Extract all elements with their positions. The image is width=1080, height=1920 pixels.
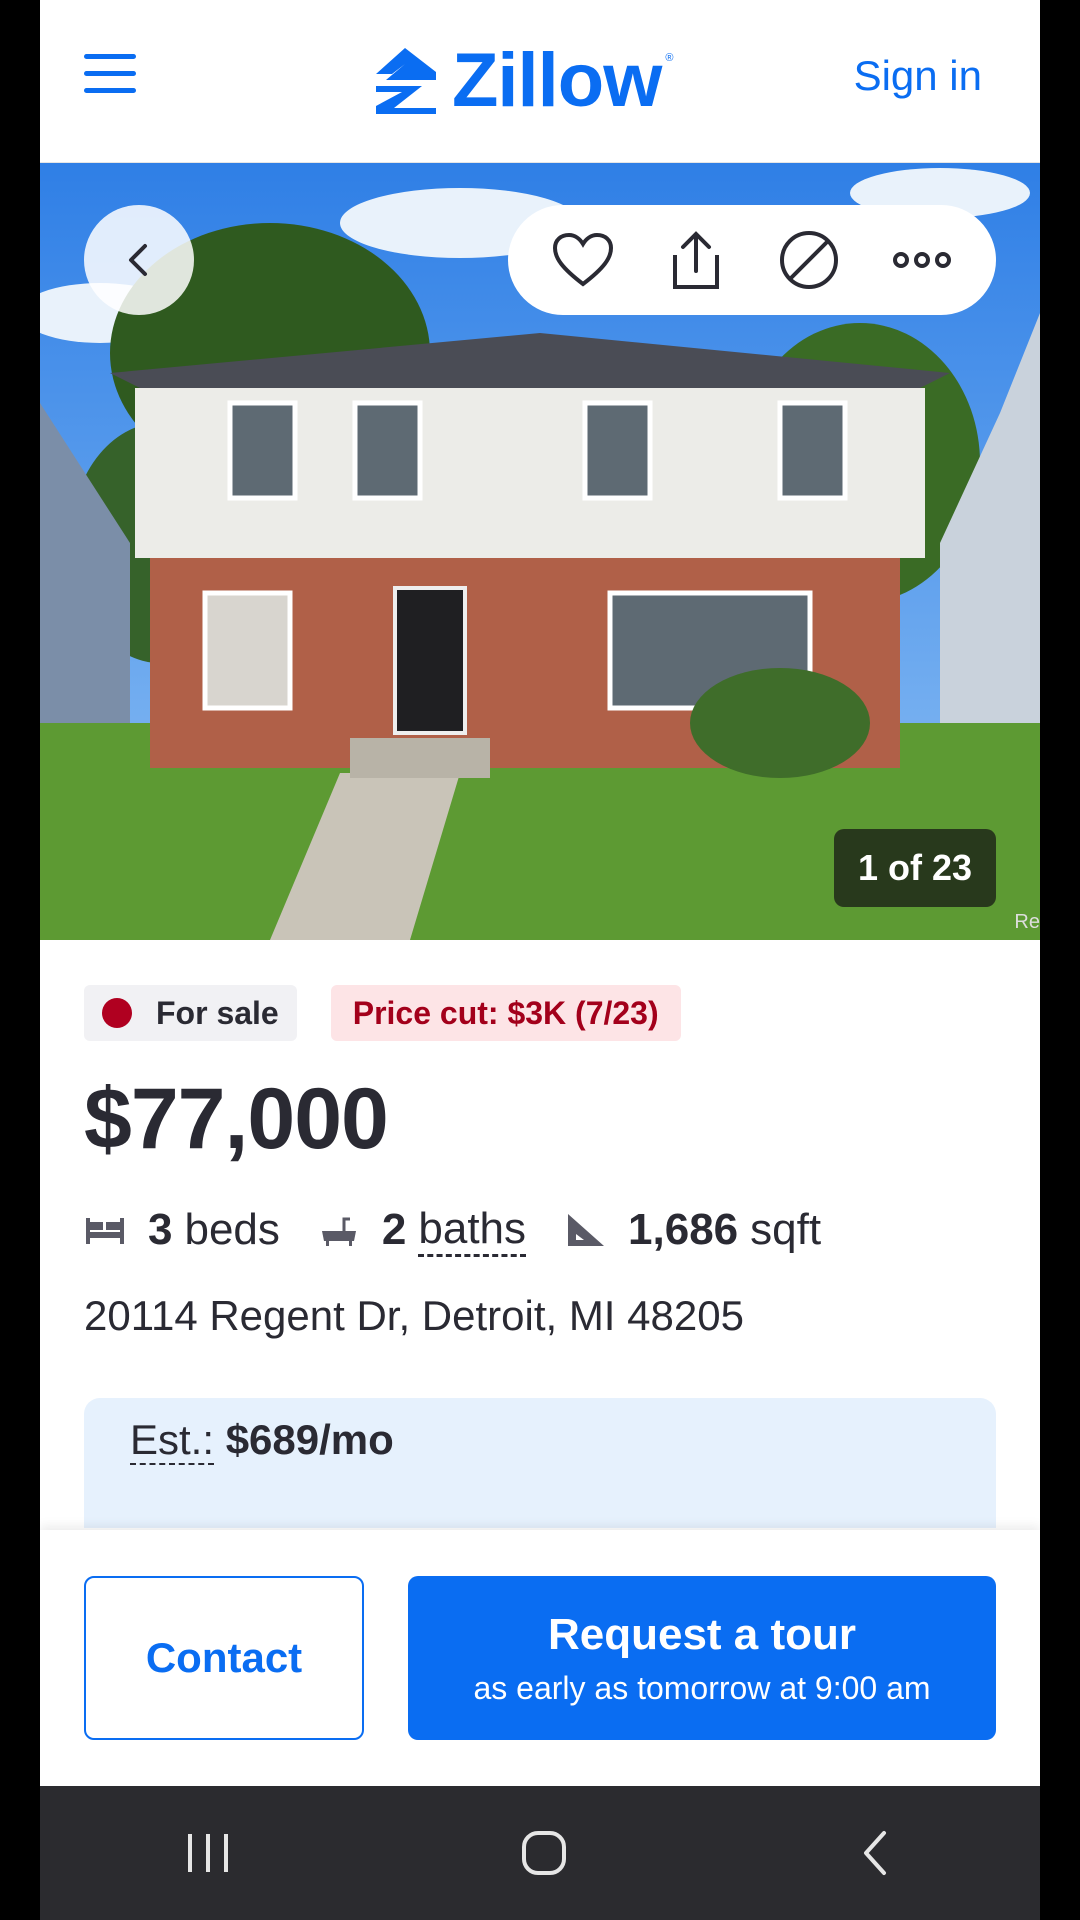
beds-label: beds	[184, 1205, 280, 1254]
status-label: For sale	[156, 994, 279, 1031]
listing-price: $77,000	[84, 1071, 389, 1167]
hamburger-menu-icon[interactable]	[84, 54, 136, 94]
home-facts: 3 beds 2 baths 1,686 sqft	[84, 1202, 859, 1258]
listing-address: 20114 Regent Dr, Detroit, MI 48205	[84, 1292, 744, 1339]
zillow-logo[interactable]: Zillow ®	[372, 38, 674, 123]
sign-in-link[interactable]: Sign in	[854, 52, 982, 100]
price-cut-badge: Price cut: $3K (7/23)	[330, 985, 681, 1041]
sqft-label: sqft	[750, 1205, 822, 1254]
sqft-icon	[568, 1214, 605, 1246]
status-dot-icon	[102, 998, 132, 1028]
estimated-payment-card[interactable]: Est.: $689/mo	[84, 1398, 996, 1528]
more-icon[interactable]	[887, 225, 957, 295]
brand-name: Zillow	[452, 38, 662, 123]
photo-counter: 1 of 23	[833, 829, 996, 907]
contact-button[interactable]: Contact	[84, 1576, 364, 1740]
heart-icon[interactable]	[548, 225, 618, 295]
photo-back-button[interactable]	[84, 205, 194, 315]
tour-title: Request a tour	[547, 1609, 857, 1659]
listing-screen: Zillow ® Sign in 1 of 23 Re For sale Pri…	[40, 0, 1040, 1786]
back-icon[interactable]	[856, 1829, 896, 1877]
photo-action-bar	[508, 205, 996, 315]
baths-count: 2	[381, 1205, 407, 1254]
top-header: Zillow ® Sign in	[40, 0, 1040, 164]
estimated-payment: Est.: $689/mo	[130, 1416, 394, 1465]
recent-apps-icon[interactable]	[184, 1830, 232, 1876]
baths-label[interactable]: baths	[418, 1204, 527, 1257]
bottom-action-bar: Contact Request a tour as early as tomor…	[40, 1530, 1040, 1786]
listing-badges: For sale Price cut: $3K (7/23)	[84, 985, 681, 1041]
beds-count: 3	[148, 1205, 173, 1254]
bath-icon	[321, 1217, 356, 1246]
home-icon[interactable]	[520, 1829, 568, 1877]
zillow-house-icon	[376, 48, 436, 114]
bed-icon	[86, 1218, 124, 1244]
chevron-left-icon	[129, 244, 147, 276]
photo-credit: Re	[1014, 911, 1040, 933]
request-tour-button[interactable]: Request a tour as early as tomorrow at 9…	[408, 1576, 996, 1740]
system-nav-bar	[40, 1786, 1040, 1920]
sqft-count: 1,686	[628, 1205, 739, 1254]
share-icon[interactable]	[661, 225, 731, 295]
est-amount: $689/mo	[225, 1416, 394, 1463]
status-badge: For sale	[84, 985, 297, 1041]
tour-subtitle: as early as tomorrow at 9:00 am	[473, 1669, 931, 1706]
hide-icon[interactable]	[774, 225, 844, 295]
registered-mark: ®	[665, 52, 674, 64]
listing-photo-carousel[interactable]: 1 of 23 Re	[40, 163, 1040, 940]
est-label[interactable]: Est.:	[130, 1416, 215, 1465]
